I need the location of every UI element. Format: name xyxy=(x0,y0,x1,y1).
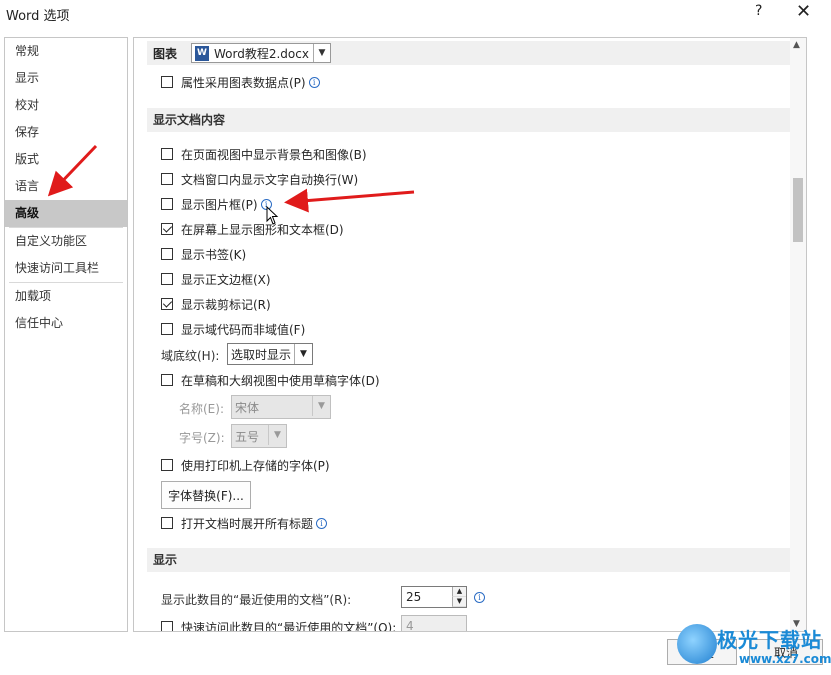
watermark-logo-icon xyxy=(677,624,717,664)
mouse-cursor-icon xyxy=(266,206,279,225)
option-row[interactable]: 快速访问此数目的“最近使用的文档”(Q): xyxy=(161,618,397,632)
checkbox[interactable] xyxy=(161,248,173,260)
checkbox-checked[interactable] xyxy=(161,298,173,310)
option-label: 在草稿和大纲视图中使用草稿字体(D) xyxy=(181,373,380,388)
font-substitution-button[interactable]: 字体替换(F)... xyxy=(161,481,251,509)
font-size-value: 五号 xyxy=(235,429,260,444)
option-label: 显示域代码而非域值(F) xyxy=(181,322,306,337)
info-icon: i xyxy=(308,76,320,88)
title-bar: Word 选项 ? ✕ xyxy=(0,0,831,30)
checkbox-checked[interactable] xyxy=(161,223,173,235)
sidebar-item-language[interactable]: 语言 xyxy=(5,173,127,200)
recent-docs-label: 显示此数目的“最近使用的文档”(R): xyxy=(161,593,352,607)
option-row[interactable]: 显示正文边框(X) xyxy=(161,270,271,288)
font-size-label: 字号(Z): xyxy=(179,431,225,445)
chevron-down-icon: ▼ xyxy=(294,344,312,364)
option-label: 显示正文边框(X) xyxy=(181,272,271,287)
font-name-value: 宋体 xyxy=(235,400,260,415)
scrollbar-thumb[interactable] xyxy=(793,178,803,242)
checkbox[interactable] xyxy=(161,323,173,335)
recent-docs-value: 25 xyxy=(406,590,422,604)
sidebar-item-add-ins[interactable]: 加载项 xyxy=(5,283,127,310)
checkbox[interactable] xyxy=(161,621,173,631)
option-label: 显示书签(K) xyxy=(181,247,247,262)
sidebar-item-trust-center[interactable]: 信任中心 xyxy=(5,310,127,337)
section-heading-display: 显示 xyxy=(147,548,794,572)
document-select[interactable]: W Word教程2.docx ▼ xyxy=(191,43,331,63)
info-icon: i xyxy=(474,592,485,603)
field-shading-value: 选取时显示 xyxy=(231,347,292,362)
option-row-picture-placeholders[interactable]: 显示图片框(P) i xyxy=(161,195,272,213)
close-button[interactable]: ✕ xyxy=(796,1,811,22)
checkbox[interactable] xyxy=(161,374,173,386)
option-row[interactable]: 使用打印机上存储的字体(P) xyxy=(161,456,330,474)
sidebar-item-quick-access-toolbar[interactable]: 快速访问工具栏 xyxy=(5,255,127,282)
option-label: 打开文档时展开所有标题 xyxy=(181,516,314,531)
checkbox[interactable] xyxy=(161,198,173,210)
sidebar-item-typography[interactable]: 版式 xyxy=(5,146,127,173)
sidebar: 常规 显示 校对 保存 版式 语言 高级 自定义功能区 快速访问工具栏 加载项 … xyxy=(4,37,128,632)
word-document-icon: W xyxy=(195,45,210,61)
chart-option-row[interactable]: 属性采用图表数据点(P) i xyxy=(161,73,320,91)
quick-access-value: 4 xyxy=(406,619,414,632)
window-title: Word 选项 xyxy=(6,9,70,24)
checkbox[interactable] xyxy=(161,76,173,88)
field-shading-label: 域底纹(H): xyxy=(161,349,220,363)
option-label: 文档窗口内显示文字自动换行(W) xyxy=(181,172,359,187)
spinner-arrows[interactable]: ▲ ▼ xyxy=(452,587,466,607)
checkbox[interactable] xyxy=(161,173,173,185)
option-row[interactable]: 显示裁剪标记(R) xyxy=(161,295,271,313)
option-row[interactable]: 在草稿和大纲视图中使用草稿字体(D) xyxy=(161,371,380,389)
option-row[interactable]: 打开文档时展开所有标题 i xyxy=(161,514,328,532)
option-label: 在屏幕上显示图形和文本框(D) xyxy=(181,222,344,237)
section-heading-doc-content: 显示文档内容 xyxy=(147,108,794,132)
sidebar-item-advanced[interactable]: 高级 xyxy=(5,200,127,227)
sidebar-item-proofing[interactable]: 校对 xyxy=(5,92,127,119)
option-row[interactable]: 在页面视图中显示背景色和图像(B) xyxy=(161,145,367,163)
chevron-down-icon: ▼ xyxy=(312,396,330,416)
font-name-select[interactable]: 宋体 ▼ xyxy=(231,395,331,419)
sidebar-item-display[interactable]: 显示 xyxy=(5,65,127,92)
spin-up-icon[interactable]: ▲ xyxy=(452,587,466,597)
watermark-text: 极光下载站 xyxy=(717,628,822,652)
watermark: 极光下载站 www.xz7.com xyxy=(677,622,831,672)
spin-down-icon[interactable]: ▼ xyxy=(452,597,466,607)
checkbox[interactable] xyxy=(161,273,173,285)
checkbox[interactable] xyxy=(161,459,173,471)
field-shading-select[interactable]: 选取时显示 ▼ xyxy=(227,343,313,365)
document-select-value: Word教程2.docx xyxy=(214,46,309,61)
chart-section-header: 图表 W Word教程2.docx ▼ xyxy=(147,41,794,65)
help-button[interactable]: ? xyxy=(755,3,762,19)
sidebar-item-customize-ribbon[interactable]: 自定义功能区 xyxy=(5,228,127,255)
option-row[interactable]: 显示域代码而非域值(F) xyxy=(161,320,305,338)
checkbox[interactable] xyxy=(161,517,173,529)
option-label: 显示图片框(P) xyxy=(181,197,258,212)
chevron-down-icon: ▼ xyxy=(312,44,330,62)
watermark-url: www.xz7.com xyxy=(739,652,831,666)
checkbox[interactable] xyxy=(161,148,173,160)
sidebar-item-general[interactable]: 常规 xyxy=(5,38,127,65)
info-icon: i xyxy=(316,517,328,529)
option-label: 快速访问此数目的“最近使用的文档”(Q): xyxy=(181,620,397,632)
option-row[interactable]: 在屏幕上显示图形和文本框(D) xyxy=(161,220,344,238)
option-row[interactable]: 显示书签(K) xyxy=(161,245,246,263)
recent-docs-spinner[interactable]: 25 ▲ ▼ xyxy=(401,586,467,608)
option-label: 在页面视图中显示背景色和图像(B) xyxy=(181,147,367,162)
sidebar-item-save[interactable]: 保存 xyxy=(5,119,127,146)
chart-option-label: 属性采用图表数据点(P) xyxy=(181,75,306,90)
scroll-up-icon[interactable]: ▲ xyxy=(793,40,800,50)
option-label: 使用打印机上存储的字体(P) xyxy=(181,458,330,473)
option-label: 显示裁剪标记(R) xyxy=(181,297,271,312)
font-size-select[interactable]: 五号 ▼ xyxy=(231,424,287,448)
vertical-scrollbar[interactable]: ▲ ▼ xyxy=(790,38,806,631)
quick-access-spinner[interactable]: 4 xyxy=(401,615,467,632)
font-name-label: 名称(E): xyxy=(179,402,224,416)
chevron-down-icon: ▼ xyxy=(268,425,286,445)
chart-section-label: 图表 xyxy=(153,46,178,61)
options-panel: 图表 W Word教程2.docx ▼ 属性采用图表数据点(P) i 显示文档内… xyxy=(133,37,807,632)
option-row[interactable]: 文档窗口内显示文字自动换行(W) xyxy=(161,170,358,188)
